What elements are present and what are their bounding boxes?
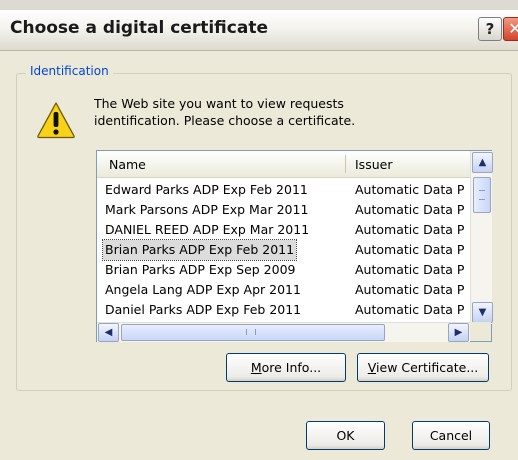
- dialog-titlebar: Choose a digital certificate ? ✕: [0, 10, 518, 51]
- groupbox-legend: Identification: [26, 64, 113, 78]
- info-message: The Web site you want to view requests i…: [94, 96, 356, 128]
- warning-icon: [37, 102, 75, 139]
- cert-name: Angela Lang ADP Exp Apr 2011: [105, 282, 301, 297]
- mnemonic-letter: V: [367, 360, 377, 375]
- column-header-name[interactable]: Name: [109, 157, 146, 172]
- table-row[interactable]: Edward Parks ADP Exp Feb 2011 Automatic …: [103, 180, 464, 200]
- scroll-left-icon[interactable]: ◀: [98, 323, 119, 342]
- table-row[interactable]: Mark Parsons ADP Exp Mar 2011 Automatic …: [103, 200, 464, 220]
- cert-name: Brian Parks ADP Exp Feb 2011: [101, 239, 298, 261]
- view-certificate-button[interactable]: View Certificate...: [357, 353, 489, 382]
- column-header-issuer[interactable]: Issuer: [355, 157, 392, 172]
- scroll-down-icon[interactable]: ▼: [472, 302, 493, 323]
- button-label: iew Certificate...: [376, 360, 479, 375]
- cert-issuer: Automatic Data P: [355, 202, 465, 217]
- ok-button[interactable]: OK: [306, 421, 385, 450]
- cert-name: DANIEL REED ADP Exp Mar 2011: [105, 222, 310, 237]
- button-label: ore Info...: [261, 360, 322, 375]
- table-row[interactable]: Angela Lang ADP Exp Apr 2011 Automatic D…: [103, 280, 464, 300]
- cert-name: Mark Parsons ADP Exp Mar 2011: [105, 202, 309, 217]
- column-divider[interactable]: [345, 155, 346, 173]
- cancel-button[interactable]: Cancel: [412, 421, 490, 450]
- horizontal-scroll-thumb[interactable]: [121, 324, 385, 341]
- table-row[interactable]: Brian Parks ADP Exp Sep 2009 Automatic D…: [103, 260, 464, 280]
- more-info-button[interactable]: More Info...: [226, 353, 346, 382]
- table-row[interactable]: DANIEL REED ADP Exp Mar 2011 Automatic D…: [103, 220, 464, 240]
- table-row-selected[interactable]: Brian Parks ADP Exp Feb 2011 Automatic D…: [101, 239, 464, 261]
- cert-issuer: Automatic Data P: [355, 302, 465, 317]
- scroll-right-icon[interactable]: ▶: [448, 323, 469, 342]
- list-header: Name Issuer: [97, 151, 470, 178]
- help-icon[interactable]: ?: [478, 17, 502, 41]
- certificate-list[interactable]: Name Issuer Edward Parks ADP Exp Feb 201…: [96, 150, 493, 342]
- close-icon[interactable]: ✕: [503, 17, 518, 41]
- scroll-up-icon[interactable]: ▲: [472, 152, 493, 173]
- cert-name: Edward Parks ADP Exp Feb 2011: [105, 182, 308, 197]
- cert-issuer: Automatic Data P: [355, 182, 465, 197]
- vertical-scroll-thumb[interactable]: [473, 177, 491, 213]
- cert-issuer: Automatic Data P: [355, 262, 465, 277]
- cert-name: Brian Parks ADP Exp Sep 2009: [105, 262, 296, 277]
- table-row[interactable]: Daniel Parks ADP Exp Feb 2011 Automatic …: [103, 300, 464, 320]
- cert-issuer: Automatic Data P: [355, 282, 465, 297]
- cert-issuer: Automatic Data P: [355, 242, 465, 257]
- mnemonic-letter: M: [250, 360, 262, 375]
- vertical-scrollbar[interactable]: ▲ ▼: [470, 151, 493, 324]
- dialog-title: Choose a digital certificate: [10, 18, 268, 38]
- cert-issuer: Automatic Data P: [355, 222, 465, 237]
- horizontal-scrollbar[interactable]: ◀ ▶: [97, 322, 470, 342]
- scrollbar-corner: [470, 322, 491, 341]
- cert-name: Daniel Parks ADP Exp Feb 2011: [105, 302, 302, 317]
- list-rows: Edward Parks ADP Exp Feb 2011 Automatic …: [97, 180, 470, 326]
